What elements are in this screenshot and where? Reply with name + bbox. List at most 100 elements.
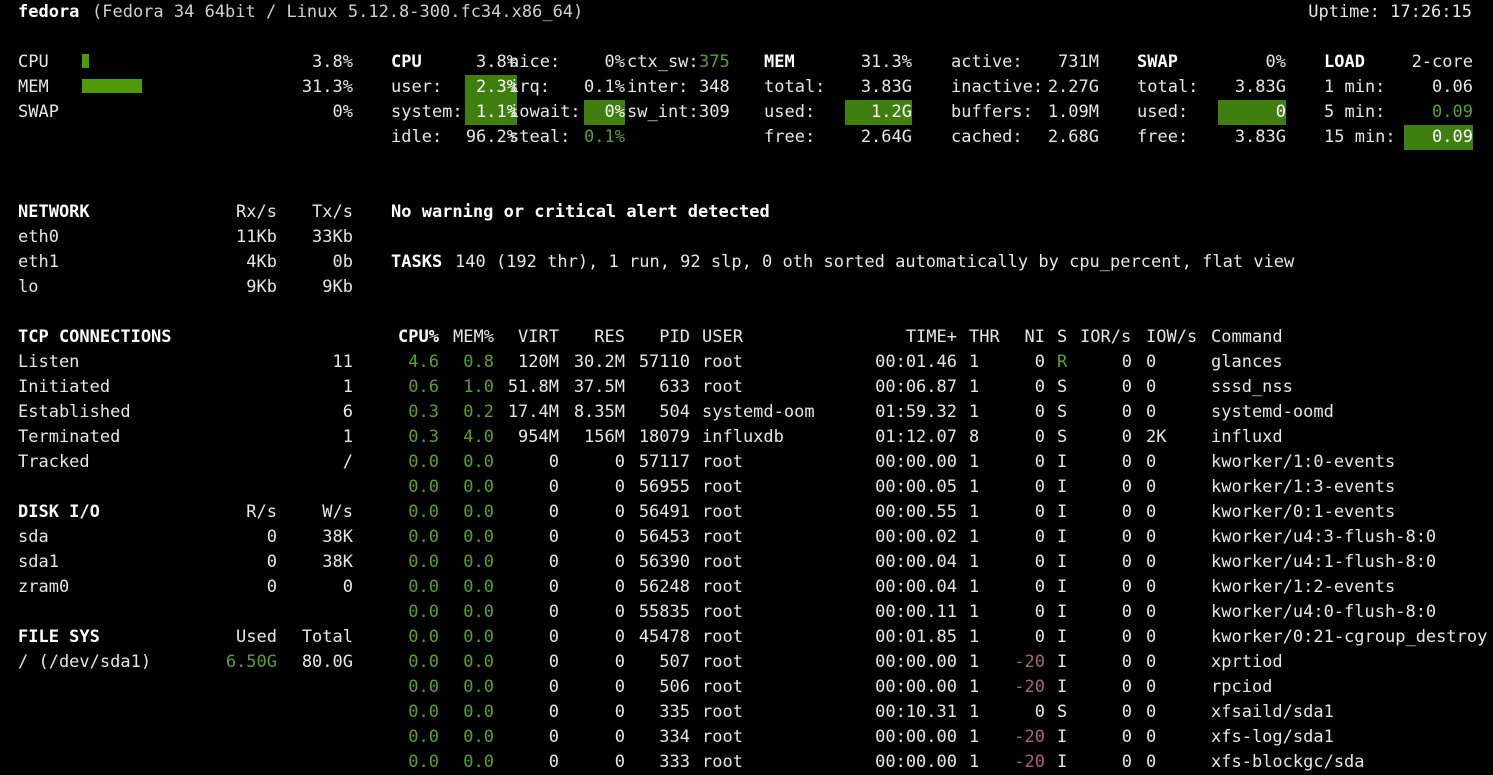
process-time: 00:06.87: [875, 377, 957, 397]
process-threads: 1: [969, 752, 980, 772]
cpu-user-label: user:: [391, 77, 443, 97]
process-mem: 4.0: [463, 427, 494, 447]
col-pid[interactable]: PID: [628, 325, 690, 350]
process-user: root: [702, 477, 743, 497]
load-15min-value: 0.09: [1404, 125, 1473, 150]
process-user: root: [702, 652, 743, 672]
cpu-title: CPU: [391, 52, 422, 72]
process-table-header: CPU% MEM% VIRT RES PID USER TIME+ THR NI…: [0, 325, 1493, 350]
process-mem: 0.0: [463, 552, 494, 572]
process-user: systemd-oom: [702, 402, 815, 422]
col-state[interactable]: S: [1057, 325, 1067, 350]
swap-title: SWAP: [1137, 52, 1178, 72]
system-info: (Fedora 34 64bit / Linux 5.12.8-300.fc34…: [92, 2, 584, 22]
process-threads: 1: [969, 652, 980, 672]
process-row[interactable]: 0.3 4.0 954M 156M 18079 influxdb 01:12.07 8 0 S 0 2…: [0, 425, 1493, 450]
process-threads: 1: [969, 627, 980, 647]
process-command: kworker/0:21-cgroup_destroy: [1211, 627, 1488, 647]
process-virt: 17.4M: [507, 402, 559, 422]
process-io-read: 0: [1121, 477, 1132, 497]
process-pid: 45478: [638, 627, 690, 647]
process-state: I: [1057, 452, 1068, 472]
cpu-ctx-sw-label: ctx_sw:: [627, 52, 699, 72]
uptime: Uptime: 17:26:15: [1308, 2, 1472, 22]
process-row[interactable]: 0.0 0.0 0 0 56390 root 00:00.04 1 0 I 0 0 kworker/u4…: [0, 550, 1493, 575]
process-virt: 0: [548, 527, 559, 547]
process-time: 00:00.55: [875, 502, 957, 522]
process-time: 00:00.00: [875, 727, 957, 747]
process-row[interactable]: 0.0 0.0 0 0 507 root 00:00.00 1 -20 I 0 0 xprtiod: [0, 650, 1493, 675]
col-command[interactable]: Command: [1211, 325, 1283, 350]
process-user: root: [702, 602, 743, 622]
col-mem[interactable]: MEM%: [445, 325, 494, 350]
process-mem: 0.0: [463, 452, 494, 472]
process-res: 0: [614, 502, 625, 522]
process-state: I: [1057, 727, 1068, 747]
col-virt[interactable]: VIRT: [500, 325, 559, 350]
process-command: kworker/1:2-events: [1211, 577, 1396, 597]
process-pid: 504: [659, 402, 690, 422]
network-rx-value: 11Kb: [236, 227, 277, 247]
process-row[interactable]: 0.6 1.0 51.8M 37.5M 633 root 00:06.87 1 0 S 0 0 sssd…: [0, 375, 1493, 400]
process-res: 0: [614, 552, 625, 572]
process-time: 00:00.00: [875, 652, 957, 672]
process-row[interactable]: 0.0 0.0 0 0 506 root 00:00.00 1 -20 I 0 0 rpciod: [0, 675, 1493, 700]
quicklook-cpu-bar: [82, 54, 89, 68]
process-nice: -20: [1014, 752, 1045, 772]
process-command: kworker/u4:1-flush-8:0: [1211, 552, 1437, 572]
process-user: root: [702, 377, 743, 397]
process-threads: 8: [969, 427, 980, 447]
process-command: kworker/1:3-events: [1211, 477, 1396, 497]
process-time: 00:00.11: [875, 602, 957, 622]
mem-buffers-value: 1.09M: [1047, 102, 1099, 122]
process-state: S: [1057, 377, 1068, 397]
process-virt: 0: [548, 577, 559, 597]
process-cpu: 0.0: [408, 502, 439, 522]
process-cpu: 0.0: [408, 602, 439, 622]
process-nice: 0: [1034, 552, 1045, 572]
process-row[interactable]: 0.3 0.2 17.4M 8.35M 504 systemd-oom 01:59.32 1 0…: [0, 400, 1493, 425]
swap-total-label: total:: [1137, 77, 1199, 97]
quicklook-cpu-value: 3.8%: [312, 52, 353, 72]
process-virt: 0: [548, 727, 559, 747]
process-io-write: 0: [1146, 752, 1157, 772]
process-state: I: [1057, 627, 1068, 647]
col-thr[interactable]: THR: [969, 325, 1000, 350]
process-threads: 1: [969, 727, 980, 747]
col-ni[interactable]: NI: [1010, 325, 1045, 350]
mem-used-label: used:: [764, 102, 816, 122]
process-mem: 0.0: [463, 502, 494, 522]
col-ior[interactable]: IOR/s: [1080, 325, 1131, 350]
process-command: xfsaild/sda1: [1211, 702, 1334, 722]
process-row[interactable]: 4.6 0.8 120M 30.2M 57110 root 00:01.46 1 0 R 0 0 gla…: [0, 350, 1493, 375]
process-command: kworker/1:0-events: [1211, 452, 1396, 472]
process-res: 8.35M: [573, 402, 625, 422]
process-row[interactable]: 0.0 0.0 0 0 45478 root 00:01.85 1 0 I 0 0 kworker/0:…: [0, 625, 1493, 650]
col-res[interactable]: RES: [562, 325, 625, 350]
mem-free-value: 2.64G: [860, 127, 912, 147]
cpu-steal-label: steal:: [509, 127, 571, 147]
process-row[interactable]: 0.0 0.0 0 0 57117 root 00:00.00 1 0 I 0 0 kworker/1:…: [0, 450, 1493, 475]
process-row[interactable]: 0.0 0.0 0 0 56248 root 00:00.04 1 0 I 0 0 kworker/1:…: [0, 575, 1493, 600]
col-iow[interactable]: IOW/s: [1146, 325, 1197, 350]
hostname: fedora: [18, 2, 80, 22]
process-pid: 506: [659, 677, 690, 697]
process-row[interactable]: 0.0 0.0 0 0 334 root 00:00.00 1 -20 I 0 0 xfs-log/sd…: [0, 725, 1493, 750]
col-user[interactable]: USER: [702, 325, 743, 350]
col-cpu[interactable]: CPU%: [391, 325, 439, 350]
process-row[interactable]: 0.0 0.0 0 0 333 root 00:00.00 1 -20 I 0 0 xfs-blockg…: [0, 750, 1493, 775]
process-res: 0: [614, 677, 625, 697]
process-row[interactable]: 0.0 0.0 0 0 56491 root 00:00.55 1 0 I 0 0 kworker/0:…: [0, 500, 1493, 525]
process-res: 0: [614, 627, 625, 647]
process-row[interactable]: 0.0 0.0 0 0 56955 root 00:00.05 1 0 I 0 0 kworker/1:…: [0, 475, 1493, 500]
process-command: xprtiod: [1211, 652, 1283, 672]
cpu-sw-int-label: sw_int:: [627, 102, 699, 122]
process-row[interactable]: 0.0 0.0 0 0 55835 root 00:00.11 1 0 I 0 0 kworker/u4…: [0, 600, 1493, 625]
process-row[interactable]: 0.0 0.0 0 0 335 root 00:10.31 1 0 S 0 0 xfsaild/sda1: [0, 700, 1493, 725]
col-time[interactable]: TIME+: [860, 325, 957, 350]
process-io-write: 0: [1146, 702, 1157, 722]
process-cpu: 0.0: [408, 527, 439, 547]
process-threads: 1: [969, 402, 980, 422]
load-15min-label: 15 min:: [1324, 127, 1396, 147]
process-row[interactable]: 0.0 0.0 0 0 56453 root 00:00.02 1 0 I 0 0 kworker/u4…: [0, 525, 1493, 550]
